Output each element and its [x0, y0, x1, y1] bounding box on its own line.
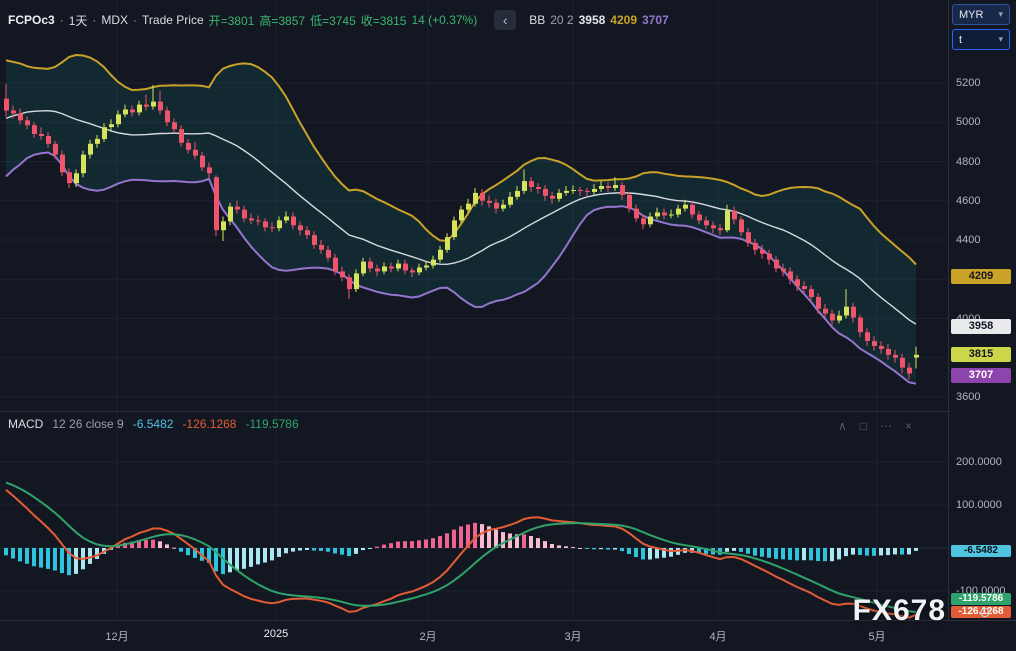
time-label: 2025 [264, 628, 288, 640]
legend-collapse-button[interactable]: ‹ [494, 10, 516, 30]
pane-separator[interactable] [0, 411, 1016, 412]
time-label: 4月 [709, 628, 726, 644]
macd-pane-controls: ∧ □ ⋯ × [838, 419, 912, 433]
currency-label: MYR [959, 9, 983, 21]
ohlc-close: 收=3815 [361, 12, 407, 29]
macd-hist-value: -6.5482 [133, 417, 174, 431]
price-tick: 3600 [956, 391, 980, 403]
macd-legend: MACD 12 26 close 9 -6.5482 -126.1268 -11… [8, 417, 299, 431]
bb-basis-value: 3958 [579, 13, 606, 27]
bb-lower-badge: 3707 [951, 368, 1011, 383]
pane-more-icon[interactable]: ⋯ [880, 419, 892, 433]
price-tick: 4600 [956, 195, 980, 207]
macd-pane[interactable] [0, 411, 948, 620]
ohlc-open: 开=3801 [209, 12, 255, 29]
legend-separator: · [133, 13, 137, 27]
ohlc-high: 高=3857 [259, 12, 305, 29]
scale-selector[interactable]: t ▾ [952, 29, 1010, 50]
chevron-down-icon: ▾ [998, 9, 1003, 20]
macd-tick: 100.0000 [956, 499, 1002, 511]
price-tick: 5000 [956, 116, 980, 128]
fx678-logo-icon: ⊙ [979, 604, 991, 621]
bb-lower-value: 3707 [642, 13, 669, 27]
series-type-label: Trade Price [142, 13, 204, 27]
price-tick: 4800 [956, 156, 980, 168]
ohlc-low: 低=3745 [310, 12, 356, 29]
macd-line-value: -126.1268 [182, 417, 236, 431]
pane-collapse-icon[interactable]: ∧ [838, 419, 847, 433]
currency-selector[interactable]: MYR ▾ [952, 4, 1010, 25]
bb-upper-badge: 4209 [951, 269, 1011, 284]
exchange-label: MDX [101, 13, 128, 27]
pane-close-icon[interactable]: × [905, 419, 912, 433]
legend-separator: · [92, 13, 96, 27]
symbol-legend: FCPOc3 · 1天 · MDX · Trade Price 开=3801 高… [8, 10, 669, 30]
time-label: 2月 [419, 628, 436, 644]
interval-label[interactable]: 1天 [69, 12, 88, 29]
change-value: 14 (+0.37%) [412, 13, 478, 27]
axis-corner-controls: MYR ▾ t ▾ [949, 0, 1016, 56]
symbol-name[interactable]: FCPOc3 [8, 13, 55, 27]
bb-indicator-label[interactable]: BB [529, 13, 545, 27]
fx678-watermark: FX678 [853, 594, 946, 628]
price-tick: 4400 [956, 234, 980, 246]
scale-label: t [959, 34, 962, 46]
price-pane[interactable] [0, 0, 948, 411]
macd-signal-value: -119.5786 [245, 417, 298, 431]
macd-chart-svg [0, 411, 948, 620]
macd-indicator-label[interactable]: MACD [8, 417, 43, 431]
legend-separator: · [60, 13, 64, 27]
macd-hist-badge: -6.5482 [951, 545, 1011, 557]
pane-maximize-icon[interactable]: □ [860, 419, 867, 433]
bb-upper-value: 4209 [610, 13, 637, 27]
price-chart-svg [0, 0, 948, 411]
time-label: 3月 [564, 628, 581, 644]
bb-basis-badge: 3958 [951, 319, 1011, 334]
time-label: 5月 [868, 628, 885, 644]
chevron-down-icon: ▾ [998, 34, 1003, 45]
last-price-badge: 3815 [951, 347, 1011, 362]
trading-chart-app: FCPOc3 · 1天 · MDX · Trade Price 开=3801 高… [0, 0, 1016, 651]
price-tick: 5200 [956, 77, 980, 89]
time-label: 12月 [105, 628, 128, 644]
macd-indicator-params: 12 26 close 9 [52, 417, 123, 431]
bb-indicator-params: 20 2 [550, 13, 573, 27]
price-scale[interactable]: MYR ▾ t ▾ 5200500048004600440040003600 4… [948, 0, 1016, 620]
macd-tick: 200.0000 [956, 456, 1002, 468]
